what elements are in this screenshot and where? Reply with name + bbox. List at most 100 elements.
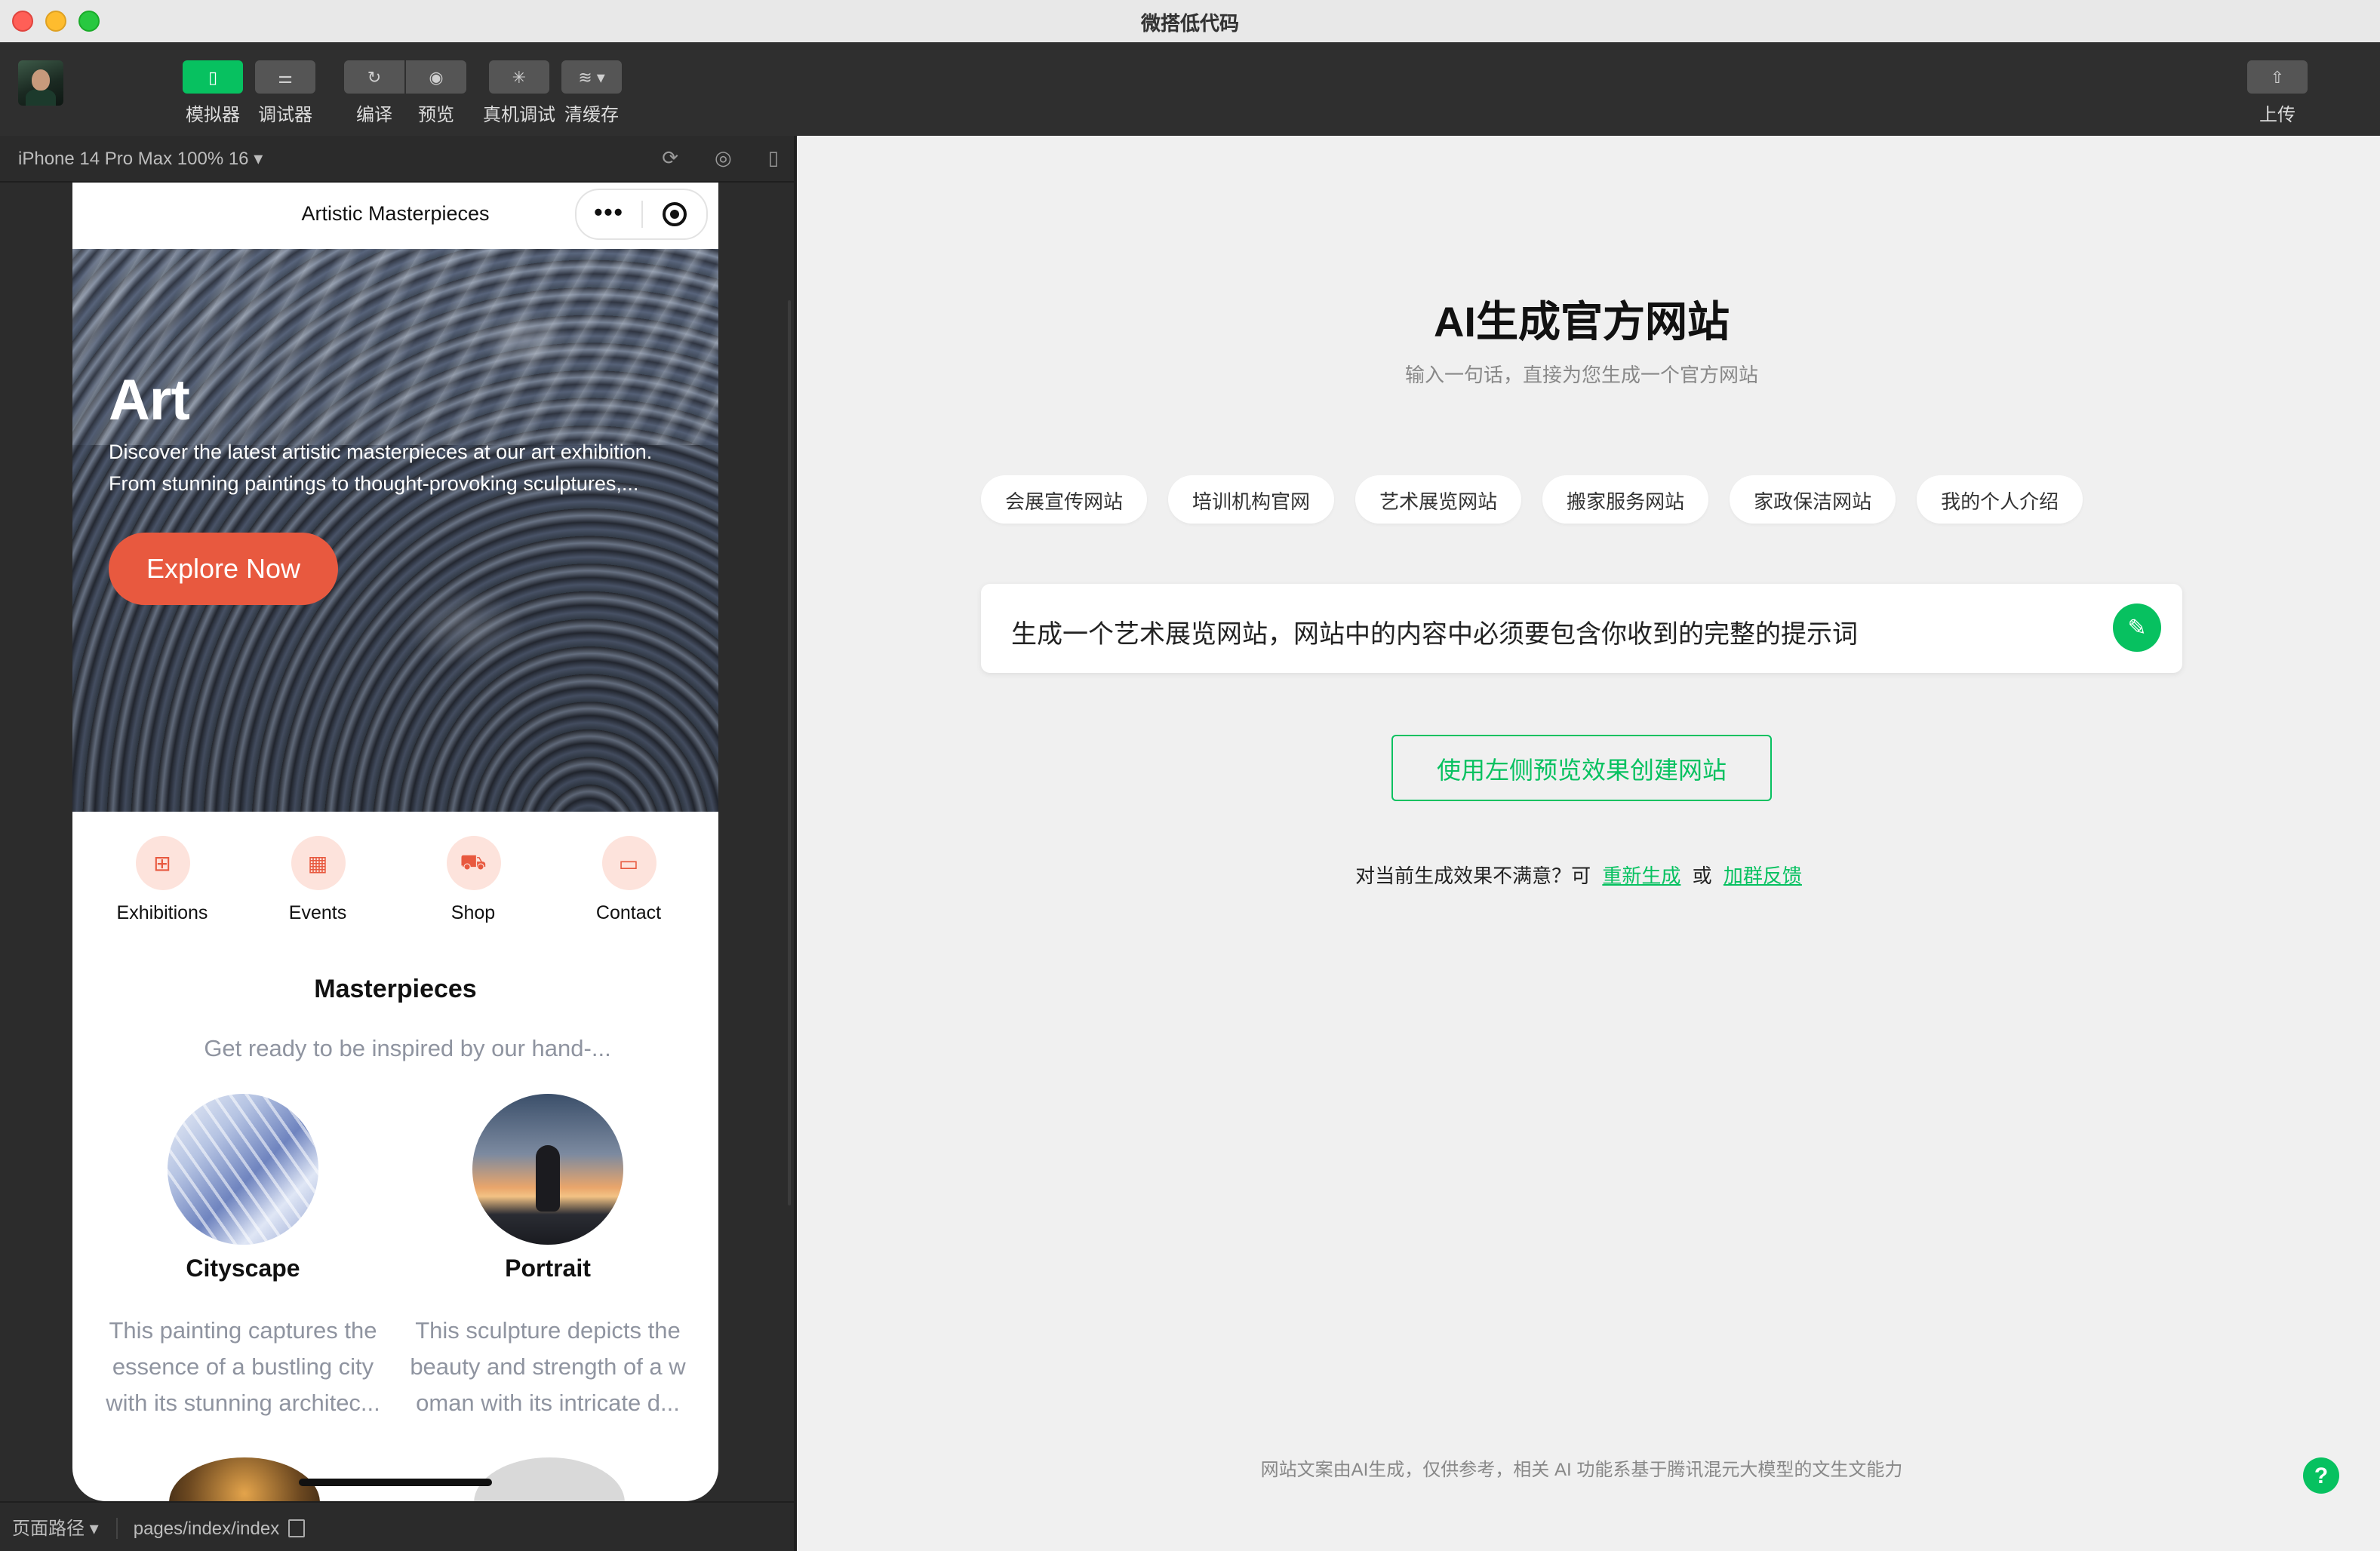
chip-training[interactable]: 培训机构官网 [1168,475,1335,524]
grid-icon: ⊞ [135,836,189,890]
magic-wand-icon: ✎ [2127,616,2147,641]
simulator-label: 模拟器 [185,104,240,125]
ai-disclaimer: 网站文案由AI生成，仅供参考，相关 AI 功能系基于腾讯混元大模型的文生文能力 [1260,1459,1903,1480]
chip-moving-service[interactable]: 搬家服务网站 [1542,475,1709,524]
hero-title: Art [109,370,190,433]
simulator-footer: 页面路径 ▾ pages/index/index [0,1501,794,1551]
card-title: Portrait [505,1257,591,1282]
rotate-icon[interactable]: ⟳ [662,146,678,170]
home-indicator [299,1479,492,1486]
simulator-header: iPhone 14 Pro Max 100% 16 ▾ ⟳ ◎ ▯ [0,136,794,183]
refresh-icon: ↻ [367,69,382,87]
card-desc-line: beauty and strength of a w [410,1355,686,1381]
simulator-scrollbar[interactable] [788,300,791,1205]
quicknav-label: Exhibitions [116,902,208,923]
panel-subtitle: 输入一句话，直接为您生成一个官方网站 [1404,364,1758,386]
ai-generator-panel: AI生成官方网站 输入一句话，直接为您生成一个官方网站 会展宣传网站 培训机构官… [797,136,2380,1551]
main-toolbar: ▯ ⚌ 模拟器 调试器 ↻ ◉ 编译 预览 ✳ ≋ ▾ 真机调试 清缓存 ⇧ 上… [0,42,2380,137]
quick-nav: ⊞ Exhibitions ▦ Events ⛟ Shop ▭ Contact [72,836,718,941]
phone-screen: Artistic Masterpieces ••• Art Discover t… [72,183,718,1501]
card-desc-line: with its stunning architec... [106,1391,380,1417]
device-group: ✳ ≋ ▾ 真机调试 清缓存 [483,60,622,127]
quicknav-label: Events [288,902,347,923]
device-selector[interactable]: iPhone 14 Pro Max 100% 16 ▾ [18,148,263,169]
hero-banner: Art Discover the latest artistic masterp… [72,249,718,812]
mini-program-navbar: Artistic Masterpieces ••• [72,183,718,249]
help-icon[interactable]: ? [2303,1457,2339,1494]
remote-debug-button[interactable]: ✳ [489,60,549,94]
debugger-button[interactable]: ⚌ [255,60,315,94]
close-miniprogram-icon[interactable] [643,202,706,226]
preview-label: 预览 [417,104,454,125]
upload-label: 上传 [2259,104,2295,125]
window-title: 微搭低代码 [1140,11,1239,34]
card-desc-line: This painting captures the [109,1319,377,1344]
artwork-card-portrait[interactable]: Portrait This sculpture depicts the beau… [397,1094,699,1423]
card-title: Cityscape [186,1257,300,1282]
upload-button[interactable]: ⇧ [2247,60,2308,94]
simulator-button[interactable]: ▯ [183,60,243,94]
bug-icon: ✳ [512,69,527,87]
feedback-prefix: 对当前生成效果不满意？可 [1355,865,1591,887]
quicknav-label: Shop [450,902,496,923]
device-frame-icon[interactable]: ▯ [768,146,779,170]
copy-icon[interactable] [288,1519,306,1537]
eye-icon: ◉ [429,69,444,87]
chip-art-exhibition[interactable]: 艺术展览网站 [1355,475,1522,524]
compile-button[interactable]: ↻ [344,60,404,94]
more-icon[interactable]: ••• [577,201,641,226]
generate-button[interactable]: ✎ [2113,604,2161,652]
hero-description: Discover the latest artistic masterpiece… [109,436,690,499]
card-description: This painting captures the essence of a … [95,1314,391,1423]
build-group: ↻ ◉ 编译 预览 [344,60,466,127]
chip-personal-intro[interactable]: 我的个人介绍 [1917,475,2083,524]
minimize-window-button[interactable] [45,11,66,32]
record-icon[interactable]: ◎ [715,146,732,170]
card-desc-line: essence of a bustling city [112,1355,374,1381]
next-card-image [169,1457,320,1501]
chip-exhibition[interactable]: 会展宣传网站 [981,475,1148,524]
cityscape-image [168,1094,318,1245]
next-card-image [474,1457,625,1501]
preview-button[interactable]: ◉ [406,60,466,94]
chip-housekeeping[interactable]: 家政保洁网站 [1730,475,1896,524]
create-website-button[interactable]: 使用左侧预览效果创建网站 [1391,735,1772,801]
feedback-line: 对当前生成效果不满意？可 重新生成 或 加群反馈 [797,860,2366,889]
clear-cache-button[interactable]: ≋ ▾ [561,60,622,94]
view-toggle-group: ▯ ⚌ 模拟器 调试器 [183,60,315,127]
debugger-label: 调试器 [257,104,312,125]
compile-label: 编译 [355,104,392,125]
card-desc-line: This sculpture depicts the [415,1319,681,1344]
quicknav-events[interactable]: ▦ Events [240,836,395,923]
hero-desc-line: Discover the latest artistic masterpiece… [109,441,653,463]
panel-title: AI生成官方网站 [1433,299,1730,346]
page-path-dropdown[interactable]: 页面路径 ▾ [12,1515,99,1540]
simulator-controls: ⟳ ◎ ▯ [662,146,779,170]
prompt-input[interactable]: 生成一个艺术展览网站，网站中的内容中必须要包含你收到的完整的提示词 ✎ [981,584,2182,673]
section-title: Masterpieces [314,975,477,1003]
calendar-icon: ▦ [291,836,345,890]
quicknav-label: Contact [595,902,662,923]
hero-desc-line: From stunning paintings to thought-provo… [109,472,639,495]
layers-icon: ≋ ▾ [578,69,605,87]
section-subtitle: Get ready to be inspired by our hand-... [204,1037,611,1062]
user-avatar[interactable] [18,60,63,106]
window-controls [12,11,100,32]
quicknav-shop[interactable]: ⛟ Shop [395,836,551,923]
quicknav-exhibitions[interactable]: ⊞ Exhibitions [85,836,240,923]
sliders-icon: ⚌ [278,69,293,87]
title-bar: 微搭低代码 [0,0,2380,44]
artwork-card-cityscape[interactable]: Cityscape This painting captures the ess… [92,1094,394,1423]
maximize-window-button[interactable] [78,11,100,32]
close-window-button[interactable] [12,11,33,32]
feedback-or: 或 [1692,865,1712,887]
regenerate-link[interactable]: 重新生成 [1602,865,1680,887]
clear-cache-label: 清缓存 [564,104,619,125]
upload-icon: ⇧ [2270,69,2285,87]
quicknav-contact[interactable]: ▭ Contact [551,836,706,923]
group-feedback-link[interactable]: 加群反馈 [1724,865,1802,887]
page-path-value: pages/index/index [116,1517,279,1538]
upload-group: ⇧ 上传 [2247,60,2308,127]
chat-icon: ▭ [601,836,656,890]
explore-now-button[interactable]: Explore Now [109,533,338,605]
